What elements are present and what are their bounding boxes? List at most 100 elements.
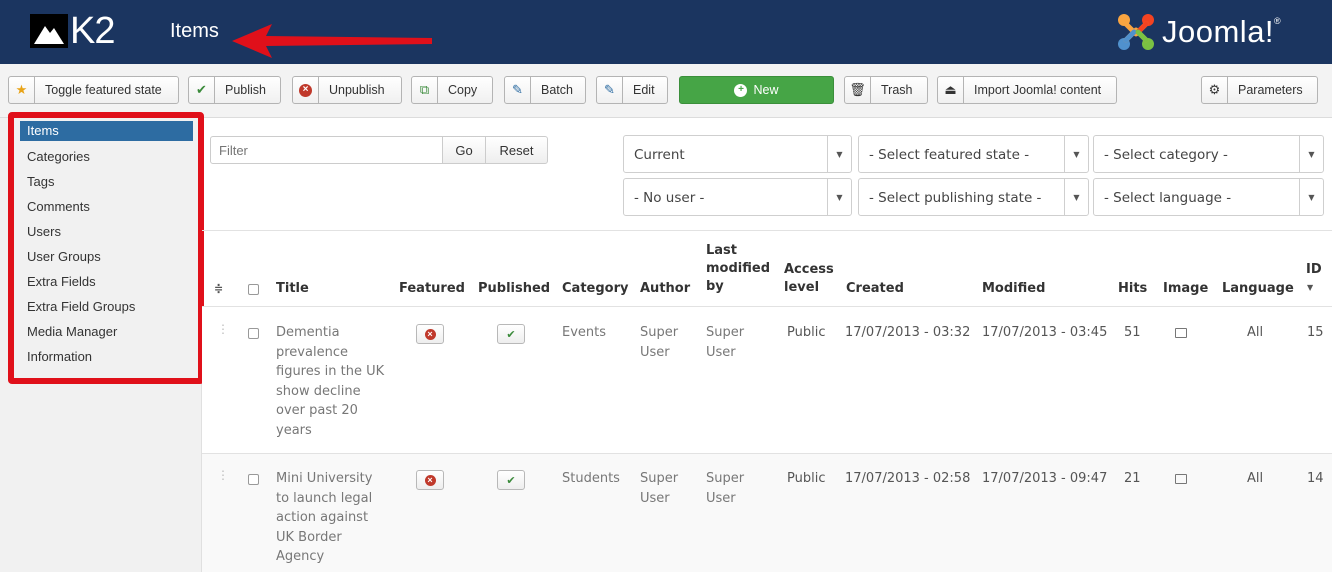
modified-date: 17/07/2013 - 09:47 [982,471,1108,486]
modified-column-header[interactable]: Modified [982,280,1045,298]
parameters-button[interactable]: ⚙ Parameters [1201,76,1318,104]
created-date: 17/07/2013 - 03:32 [845,325,971,340]
row-checkbox[interactable] [248,328,259,339]
go-button[interactable]: Go [442,136,486,164]
admin-header: K2 Items Joomla!® [0,0,1332,64]
import-joomla-content-button[interactable]: ⏏ Import Joomla! content [937,76,1117,104]
publishing-state-select[interactable]: - Select publishing state - ▼ [858,178,1089,216]
category-link[interactable]: Students [562,469,620,489]
publish-button[interactable]: ✔ Publish [188,76,281,104]
image-icon[interactable] [1175,328,1187,338]
modified-by-link[interactable]: Super User [706,323,744,362]
drag-handle-icon[interactable]: ⋮ [217,323,229,340]
check-icon: ✔ [506,328,516,341]
trash-state-select[interactable]: Current ▼ [623,135,852,173]
check-icon: ✔ [506,474,516,487]
featured-column-header[interactable]: Featured [399,280,465,298]
language-value: All [1247,325,1264,340]
category-column-header[interactable]: Category [562,280,628,298]
hits-column-header[interactable]: Hits [1118,280,1147,298]
sidebar-item-tags[interactable]: Tags [20,169,193,194]
sidebar-item-users[interactable]: Users [20,219,193,244]
row-checkbox[interactable] [248,474,259,485]
access-level-value: Public [787,325,826,340]
title-column-header[interactable]: Title [276,280,309,298]
sidebar-item-extra-field-groups[interactable]: Extra Field Groups [20,294,193,319]
annotation-arrow-icon [232,24,432,58]
item-title-link[interactable]: Mini University to launch legal action a… [276,469,372,567]
joomla-mark-icon [1118,14,1154,50]
item-title-link[interactable]: Dementia prevalence figures in the UK sh… [276,323,384,440]
divider [202,230,1332,231]
sidebar-item-user-groups[interactable]: User Groups [20,244,193,269]
modified-by-link[interactable]: Super User [706,469,744,508]
image-column-header[interactable]: Image [1163,280,1208,298]
new-button[interactable]: + New [679,76,834,104]
featured-toggle-button[interactable]: × [416,470,444,490]
trash-icon: 🗑 [845,77,871,103]
edit-icon: ✎ [505,77,531,103]
edit-button[interactable]: ✎ Edit [596,76,668,104]
language-select[interactable]: - Select language - ▼ [1093,178,1324,216]
times-circle-icon: × [424,474,436,486]
language-column-header[interactable]: Language [1222,280,1294,298]
category-link[interactable]: Events [562,323,606,343]
sidebar-item-information[interactable]: Information [20,344,193,369]
plus-circle-icon: + [734,83,748,97]
sidebar-item-comments[interactable]: Comments [20,194,193,219]
select-all-checkbox[interactable] [248,284,259,295]
id-column-header[interactable]: ID ▼ [1306,261,1322,297]
hits-count: 51 [1124,325,1141,340]
k2-logo[interactable]: K2 [30,10,115,52]
hits-count: 21 [1124,471,1141,486]
reset-button[interactable]: Reset [485,136,548,164]
last-modified-by-column-header[interactable]: Last modified by [706,242,770,296]
toolbar: ★ Toggle featured state ✔ Publish × Unpu… [0,64,1332,118]
times-circle-icon: × [424,328,436,340]
mountain-icon [30,14,68,48]
filter-search-input[interactable] [210,136,443,164]
modified-date: 17/07/2013 - 03:45 [982,325,1108,340]
batch-button[interactable]: ✎ Batch [504,76,586,104]
user-select[interactable]: - No user - ▼ [623,178,852,216]
copy-button[interactable]: ⧉ Copy [411,76,493,104]
author-link[interactable]: Super User [640,469,678,508]
featured-state-select[interactable]: - Select featured state - ▼ [858,135,1089,173]
caret-down-icon: ▼ [827,179,851,215]
star-icon: ★ [9,77,35,103]
language-value: All [1247,471,1264,486]
toggle-featured-button[interactable]: ★ Toggle featured state [8,76,179,104]
sidebar-item-extra-fields[interactable]: Extra Fields [20,269,193,294]
trash-button[interactable]: 🗑 Trash [844,76,928,104]
published-column-header[interactable]: Published [478,280,550,298]
author-column-header[interactable]: Author [640,280,690,298]
item-id: 14 [1307,471,1324,486]
check-icon: ✔ [189,77,215,103]
sidebar-item-categories[interactable]: Categories [20,144,193,169]
created-date: 17/07/2013 - 02:58 [845,471,971,486]
drag-handle-icon[interactable]: ⋮ [217,469,229,486]
publish-toggle-button[interactable]: ✔ [497,470,525,490]
unpublish-button[interactable]: × Unpublish [292,76,402,104]
caret-down-icon: ▼ [1299,179,1323,215]
access-level-column-header[interactable]: Access level [784,261,834,297]
author-link[interactable]: Super User [640,323,678,362]
download-icon: ⏏ [938,77,964,103]
ordering-sort-icon[interactable]: ≑ [214,280,223,298]
copy-icon: ⧉ [412,77,438,103]
sidebar-item-media-manager[interactable]: Media Manager [20,319,193,344]
image-icon[interactable] [1175,474,1187,484]
category-select[interactable]: - Select category - ▼ [1093,135,1324,173]
k2-logo-text: K2 [70,10,115,52]
created-column-header[interactable]: Created [846,280,904,298]
gear-icon: ⚙ [1202,77,1228,103]
access-level-value: Public [787,471,826,486]
sort-desc-icon: ▼ [1307,283,1314,292]
featured-toggle-button[interactable]: × [416,324,444,344]
caret-down-icon: ▼ [827,136,851,172]
sidebar-item-items[interactable]: Items [20,121,193,141]
publish-toggle-button[interactable]: ✔ [497,324,525,344]
caret-down-icon: ▼ [1064,136,1088,172]
item-id: 15 [1307,325,1324,340]
joomla-logo[interactable]: Joomla!® [1116,12,1281,52]
